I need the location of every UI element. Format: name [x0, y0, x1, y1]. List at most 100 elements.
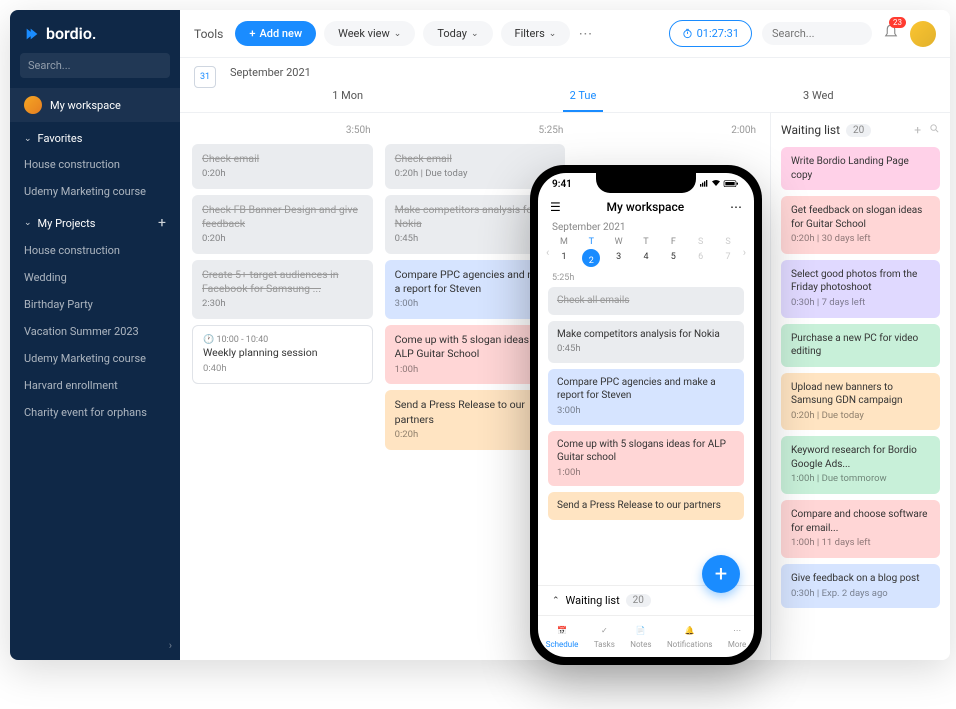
- task-card[interactable]: Check FB Banner Design and give feedback…: [192, 195, 373, 254]
- phone-daynum[interactable]: 5: [661, 249, 686, 267]
- toolbar: Tools +Add new Week view⌄ Today⌄ Filters…: [180, 10, 950, 58]
- waiting-card[interactable]: Write Bordio Landing Page copy: [781, 147, 940, 190]
- filters-dropdown[interactable]: Filters⌄: [501, 21, 571, 46]
- phone-more-icon[interactable]: ⋯: [730, 200, 742, 214]
- workspace-selector[interactable]: My workspace: [10, 88, 180, 122]
- sidebar-project-item[interactable]: Vacation Summer 2023: [10, 318, 180, 345]
- phone-task-card[interactable]: Make competitors analysis for Nokia0:45h: [548, 321, 744, 363]
- notification-badge: 23: [889, 17, 906, 28]
- waiting-list-title: Waiting list: [781, 123, 840, 137]
- stopwatch-icon: [682, 28, 693, 39]
- sidebar-search[interactable]: [20, 53, 170, 78]
- chevron-down-icon: ⌄: [24, 134, 32, 144]
- chevron-up-icon: ⌃: [552, 596, 560, 606]
- schedule-icon: 📅: [554, 622, 570, 638]
- waiting-card[interactable]: Keyword research for Bordio Google Ads..…: [781, 436, 940, 494]
- phone-tab-tasks[interactable]: ✓Tasks: [594, 622, 615, 649]
- add-waiting-icon[interactable]: +: [914, 123, 921, 137]
- notes-icon: 📄: [633, 622, 649, 638]
- column-hours: 5:25h: [385, 121, 566, 144]
- phone-hours: 5:25h: [538, 269, 754, 287]
- user-avatar[interactable]: [910, 21, 936, 47]
- day-tab[interactable]: 1 Mon: [230, 83, 465, 112]
- next-week-icon[interactable]: ›: [741, 246, 748, 259]
- column-hours: 3:50h: [192, 121, 373, 144]
- sidebar-project-item[interactable]: Wedding: [10, 264, 180, 291]
- phone-tab-schedule[interactable]: 📅Schedule: [546, 622, 579, 649]
- phone-task-card[interactable]: Check all emails: [548, 287, 744, 315]
- phone-weekday: M: [551, 237, 576, 247]
- hamburger-icon[interactable]: ☰: [550, 200, 561, 214]
- sidebar: bordio. My workspace ⌄ Favorites House c…: [10, 10, 180, 660]
- phone-weekday: F: [661, 237, 686, 247]
- phone-daynum[interactable]: 7: [715, 249, 740, 267]
- logo: bordio.: [10, 10, 180, 53]
- projects-header[interactable]: ⌄ My Projects +: [10, 205, 180, 237]
- task-card[interactable]: Check email0:20h: [192, 144, 373, 189]
- day-tab[interactable]: 3 Wed: [701, 83, 936, 112]
- add-project-icon[interactable]: +: [158, 215, 166, 231]
- sidebar-search-input[interactable]: [28, 59, 168, 72]
- phone-weekday: T: [633, 237, 658, 247]
- phone-daynum[interactable]: 4: [633, 249, 658, 267]
- phone-daynum[interactable]: 1: [551, 249, 576, 267]
- phone-weekday: S: [715, 237, 740, 247]
- phone-tab-notifications[interactable]: 🔔Notifications: [667, 622, 712, 649]
- waiting-card[interactable]: Purchase a new PC for video editing: [781, 324, 940, 367]
- sidebar-project-item[interactable]: Udemy Marketing course: [10, 345, 180, 372]
- sidebar-favorite-item[interactable]: Udemy Marketing course: [10, 178, 180, 205]
- waiting-card[interactable]: Upload new banners to Samsung GDN campai…: [781, 373, 940, 431]
- phone-title: My workspace: [607, 200, 685, 214]
- sidebar-project-item[interactable]: Charity event for orphans: [10, 399, 180, 426]
- view-dropdown[interactable]: Week view⌄: [324, 21, 415, 46]
- add-new-button[interactable]: +Add new: [235, 21, 316, 46]
- sidebar-favorite-item[interactable]: House construction: [10, 151, 180, 178]
- chevron-down-icon: ⌄: [24, 218, 32, 228]
- sidebar-collapse[interactable]: ›: [10, 631, 180, 660]
- task-card[interactable]: 🕐 10:00 - 10:40Weekly planning session0:…: [192, 325, 373, 384]
- sidebar-project-item[interactable]: Birthday Party: [10, 291, 180, 318]
- more-menu[interactable]: ⋯: [578, 26, 594, 42]
- phone-fab-add[interactable]: +: [702, 555, 740, 593]
- day-column: 3:50hCheck email0:20h Check FB Banner Des…: [186, 121, 379, 652]
- favorites-header[interactable]: ⌄ Favorites: [10, 122, 180, 151]
- timer-button[interactable]: 01:27:31: [669, 20, 752, 47]
- phone-task-card[interactable]: Send a Press Release to our partners: [548, 492, 744, 520]
- phone-daynum[interactable]: 2: [582, 249, 600, 267]
- more-icon: ⋯: [729, 622, 745, 638]
- waiting-card[interactable]: Select good photos from the Friday photo…: [781, 260, 940, 318]
- phone-weekday: S: [688, 237, 713, 247]
- waiting-card[interactable]: Compare and choose software for email...…: [781, 500, 940, 558]
- sidebar-project-item[interactable]: Harvard enrollment: [10, 372, 180, 399]
- phone-weekday: W: [606, 237, 631, 247]
- sidebar-project-item[interactable]: House construction: [10, 237, 180, 264]
- day-tab[interactable]: 2 Tue: [465, 83, 700, 112]
- month-label: September 2021: [230, 66, 936, 79]
- column-hours: 2:00h: [577, 121, 758, 144]
- toolbar-search[interactable]: [762, 22, 872, 45]
- task-card[interactable]: Create 5+ target audiences in Facebook f…: [192, 260, 373, 319]
- notifications-button[interactable]: 23: [882, 23, 900, 45]
- phone-daynum[interactable]: 3: [606, 249, 631, 267]
- tasks-icon: ✓: [596, 622, 612, 638]
- waiting-list-panel: Waiting list 20 + Write Bordio Landing P…: [770, 113, 950, 660]
- today-dropdown[interactable]: Today⌄: [423, 21, 492, 46]
- phone-task-card[interactable]: Compare PPC agencies and make a report f…: [548, 369, 744, 425]
- phone-notch: [596, 173, 696, 193]
- phone-mockup: 9:41 ☰ My workspace ⋯ September 2021 ‹ M…: [530, 165, 762, 665]
- waiting-card[interactable]: Give feedback on a blog post0:30h | Exp.…: [781, 564, 940, 608]
- calendar-header: 31 September 2021 1 Mon2 Tue3 Wed: [180, 58, 950, 113]
- phone-tab-notes[interactable]: 📄Notes: [630, 622, 651, 649]
- calendar-icon[interactable]: 31: [194, 66, 216, 88]
- phone-task-card[interactable]: Come up with 5 slogans ideas for ALP Gui…: [548, 431, 744, 487]
- waiting-card[interactable]: Get feedback on slogan ideas for Guitar …: [781, 196, 940, 254]
- tools-label: Tools: [194, 27, 223, 41]
- phone-daynum[interactable]: 6: [688, 249, 713, 267]
- prev-week-icon[interactable]: ‹: [544, 246, 551, 259]
- phone-month: September 2021: [538, 220, 754, 235]
- search-icon[interactable]: [929, 123, 940, 134]
- phone-tabbar: 📅Schedule ✓Tasks 📄Notes 🔔Notifications ⋯More: [538, 615, 754, 657]
- workspace-avatar-icon: [24, 96, 42, 114]
- logo-mark-icon: [24, 26, 40, 42]
- phone-tab-more[interactable]: ⋯More: [728, 622, 746, 649]
